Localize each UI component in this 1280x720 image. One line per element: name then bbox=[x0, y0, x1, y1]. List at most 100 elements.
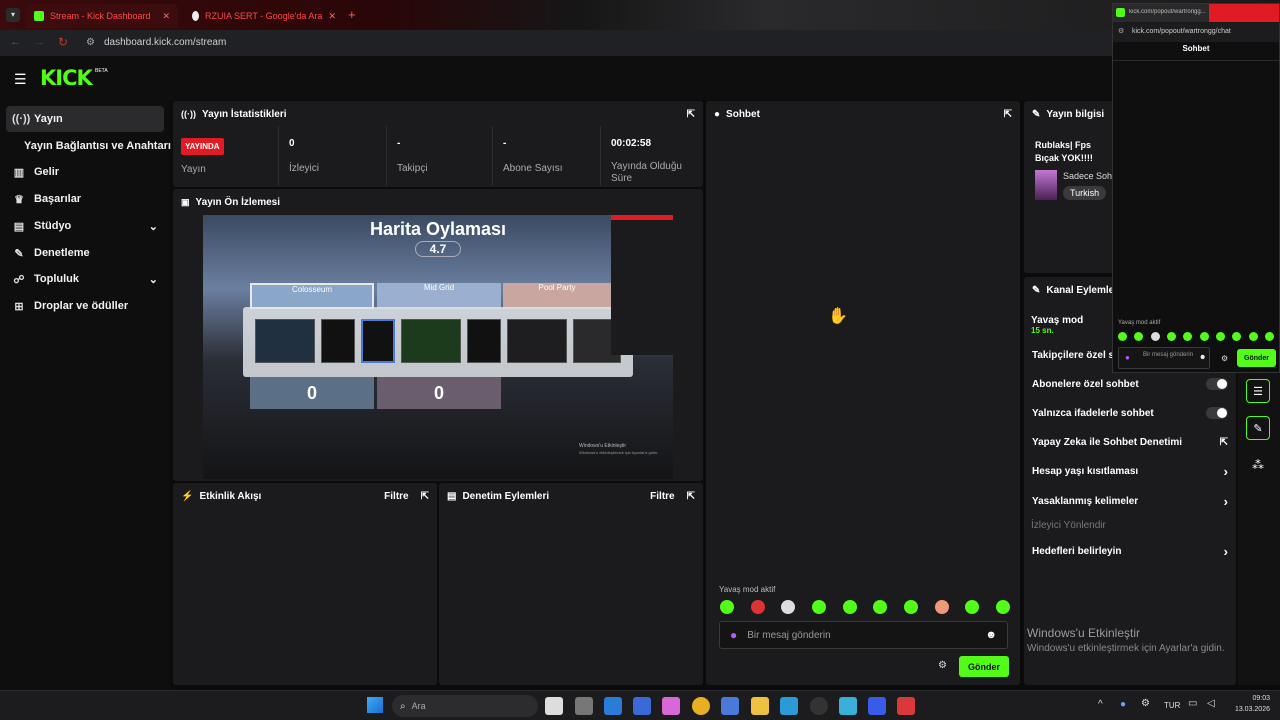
network-icon[interactable]: ▭ bbox=[1188, 698, 1197, 709]
wrench-icon[interactable]: ✎ bbox=[1246, 416, 1270, 440]
copilot-icon[interactable] bbox=[662, 697, 680, 715]
kick-logo[interactable]: KICK bbox=[40, 66, 93, 90]
app-icon[interactable] bbox=[575, 697, 593, 715]
store-icon[interactable] bbox=[604, 697, 622, 715]
sidebar-item-yayin[interactable]: ((·)) Yayın bbox=[6, 106, 164, 132]
chat-settings-icon[interactable]: ⚙ bbox=[1221, 354, 1228, 363]
forward-icon[interactable]: → bbox=[34, 36, 45, 48]
sidebar-item-topluluk[interactable]: ☍ Topluluk ⌄ bbox=[6, 266, 164, 292]
browser-tab-google[interactable]: RZUIA SERT - Google'da Ara ✕ bbox=[184, 4, 344, 28]
popout-url[interactable]: kick.com/popout/wartrongg/chat bbox=[1132, 28, 1231, 35]
language-indicator[interactable]: TUR bbox=[1164, 701, 1180, 710]
stream-preview-video[interactable]: Harita Oylaması 4.7 Colosseum Mid Grid P… bbox=[203, 215, 673, 479]
emote-icon[interactable] bbox=[995, 600, 1010, 614]
clock-time[interactable]: 09:03 bbox=[1222, 695, 1270, 702]
emote-icon[interactable] bbox=[1215, 332, 1225, 341]
ai-moderation-row[interactable]: Yapay Zeka ile Sohbet Denetimi ⇱ bbox=[1032, 435, 1228, 449]
site-info-icon[interactable]: ⚙ bbox=[86, 37, 95, 48]
url-field[interactable]: dashboard.kick.com/stream bbox=[104, 37, 226, 48]
emote-icon[interactable] bbox=[1232, 332, 1242, 341]
emote-icon[interactable] bbox=[1264, 332, 1274, 341]
app-icon[interactable] bbox=[721, 697, 739, 715]
taskbar-search[interactable]: ⌕ Ara bbox=[392, 695, 538, 717]
popout-icon[interactable]: ⇱ bbox=[1004, 109, 1012, 120]
emote-icon[interactable] bbox=[1134, 332, 1144, 341]
chat-input[interactable]: ● Bir mesaj gönderin ☻ bbox=[719, 621, 1008, 649]
sidebar-item-studyo[interactable]: ▤ Stüdyo ⌄ bbox=[6, 213, 164, 239]
window-controls[interactable] bbox=[1209, 4, 1279, 22]
popout-chat-window: kick.com/popout/wartrongg... ⚙ kick.com/… bbox=[1112, 3, 1280, 373]
app-icon[interactable] bbox=[897, 697, 915, 715]
filter-button[interactable]: Filtre bbox=[650, 491, 674, 502]
sidebar-item-basarilar[interactable]: ♛ Başarılar bbox=[6, 186, 164, 212]
popout-icon[interactable]: ⇱ bbox=[687, 491, 695, 502]
close-icon[interactable]: ✕ bbox=[162, 11, 170, 22]
subscribers-only-row[interactable]: Abonelere özel sohbet bbox=[1032, 377, 1228, 391]
task-view-icon[interactable] bbox=[545, 697, 563, 715]
site-info-icon[interactable]: ⚙ bbox=[1118, 27, 1124, 35]
emoji-icon[interactable]: ☻ bbox=[985, 629, 997, 641]
popout-send-button[interactable]: Gönder bbox=[1237, 349, 1276, 367]
popout-icon[interactable]: ⇱ bbox=[421, 491, 429, 502]
settings-tray-icon[interactable]: ⚙ bbox=[1141, 698, 1150, 709]
emotes-only-row[interactable]: Yalnızca ifadelerle sohbet bbox=[1032, 406, 1228, 420]
filter-button[interactable]: Filtre bbox=[384, 491, 408, 502]
layout-icon[interactable]: ☰ bbox=[1246, 379, 1270, 403]
emote-icon[interactable] bbox=[750, 600, 765, 614]
microphone-icon[interactable]: ● bbox=[1120, 699, 1126, 710]
emote-icon[interactable] bbox=[1150, 332, 1160, 341]
sidebar-item-droplar[interactable]: ⊞ Droplar ve ödüller bbox=[6, 293, 164, 319]
emote-icon[interactable] bbox=[965, 600, 980, 614]
microphone-icon[interactable]: ● bbox=[1125, 353, 1130, 362]
microphone-icon[interactable]: ● bbox=[730, 628, 737, 642]
popout-icon[interactable]: ⇱ bbox=[687, 109, 695, 120]
emote-icon[interactable] bbox=[1248, 332, 1258, 341]
tray-chevron-icon[interactable]: ^ bbox=[1098, 699, 1103, 710]
preview-watermark: Windows'u etkinleştirmek için Ayarlar'a … bbox=[579, 450, 659, 455]
close-icon[interactable]: ✕ bbox=[328, 11, 336, 22]
community-icon[interactable]: ⁂ bbox=[1252, 458, 1264, 472]
emote-icon[interactable] bbox=[811, 600, 826, 614]
sidebar-item-stream-key[interactable]: Yayın Bağlantısı ve Anahtarı bbox=[18, 133, 171, 159]
chat-settings-icon[interactable]: ⚙ bbox=[938, 660, 947, 671]
send-button[interactable]: Gönder bbox=[959, 656, 1009, 677]
account-age-row[interactable]: Hesap yaşı kısıtlaması › bbox=[1032, 464, 1228, 479]
goals-row[interactable]: Hedefleri belirleyin › bbox=[1032, 544, 1228, 559]
emote-icon[interactable] bbox=[873, 600, 888, 614]
chrome-icon[interactable] bbox=[692, 697, 710, 715]
emoji-icon[interactable]: ☻ bbox=[1199, 354, 1206, 361]
folder-icon[interactable] bbox=[751, 697, 769, 715]
moderation-header: ▤ Denetim Eylemleri Filtre ⇱ bbox=[439, 483, 703, 509]
start-icon[interactable] bbox=[367, 697, 383, 713]
emote-icon[interactable] bbox=[1166, 332, 1176, 341]
tab-search-icon[interactable]: ▾ bbox=[6, 8, 20, 22]
outlook-icon[interactable] bbox=[633, 697, 651, 715]
emote-icon[interactable] bbox=[1199, 332, 1209, 341]
browser-tab-bar: ▾ Stream - Kick Dashboard ✕ RZUIA SERT -… bbox=[0, 0, 1280, 30]
app-icon[interactable] bbox=[868, 697, 886, 715]
menu-icon[interactable]: ☰ bbox=[14, 71, 27, 88]
banned-words-row[interactable]: Yasaklanmış kelimeler › bbox=[1032, 494, 1228, 509]
volume-icon[interactable]: ◁ bbox=[1207, 698, 1215, 709]
emotes-only-toggle[interactable] bbox=[1206, 407, 1228, 419]
map-card: Pool Party bbox=[503, 283, 611, 309]
obs-icon[interactable] bbox=[810, 697, 828, 715]
sidebar-item-gelir[interactable]: ▥ Gelir bbox=[6, 159, 164, 185]
emote-icon[interactable] bbox=[903, 600, 918, 614]
app-icon[interactable] bbox=[839, 697, 857, 715]
emote-icon[interactable] bbox=[934, 600, 949, 614]
emote-icon[interactable] bbox=[720, 600, 734, 614]
emote-icon[interactable] bbox=[1118, 332, 1127, 341]
emote-icon[interactable] bbox=[781, 600, 796, 614]
reload-icon[interactable]: ↻ bbox=[58, 35, 68, 49]
emote-icon[interactable] bbox=[1183, 332, 1193, 341]
new-tab-icon[interactable]: + bbox=[348, 7, 356, 22]
clock-date[interactable]: 13.03.2026 bbox=[1222, 706, 1270, 713]
app-icon[interactable] bbox=[780, 697, 798, 715]
popout-chat-input[interactable]: ● Bir mesaj gönderin ☻ bbox=[1118, 347, 1210, 369]
back-icon[interactable]: ← bbox=[10, 36, 21, 48]
subscribers-only-toggle[interactable] bbox=[1206, 378, 1228, 390]
browser-tab-kick[interactable]: Stream - Kick Dashboard ✕ bbox=[26, 4, 178, 28]
emote-icon[interactable] bbox=[842, 600, 857, 614]
sidebar-item-denetleme[interactable]: ✎ Denetleme bbox=[6, 240, 164, 266]
